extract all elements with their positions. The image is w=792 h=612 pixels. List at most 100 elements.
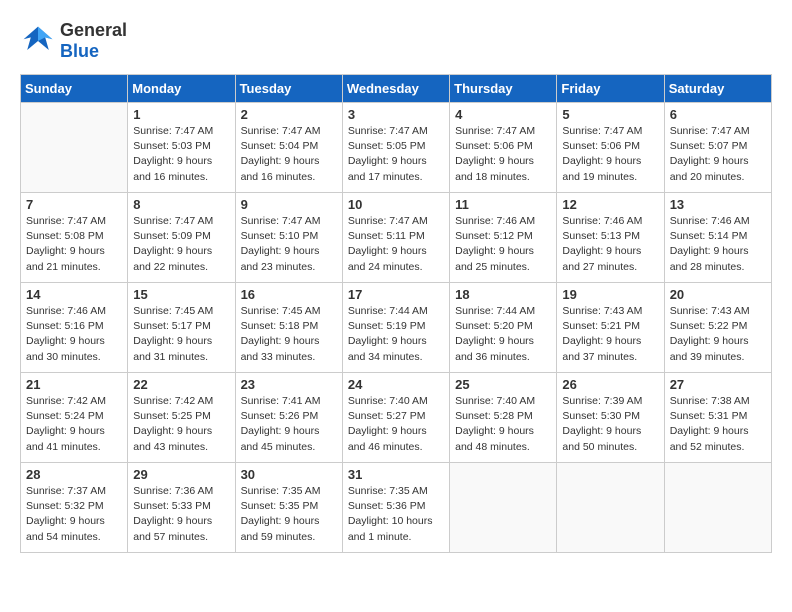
calendar-cell: 27 Sunrise: 7:38 AMSunset: 5:31 PMDayligh… <box>664 373 771 463</box>
calendar-cell: 9 Sunrise: 7:47 AMSunset: 5:10 PMDaylight… <box>235 193 342 283</box>
day-number: 19 <box>562 287 658 302</box>
calendar-cell: 1Sunrise: 7:47 AMSunset: 5:03 PMDaylight… <box>128 103 235 193</box>
day-header-monday: Monday <box>128 75 235 103</box>
logo-text: General Blue <box>60 20 127 62</box>
day-number: 12 <box>562 197 658 212</box>
calendar-cell: 10 Sunrise: 7:47 AMSunset: 5:11 PMDayligh… <box>342 193 449 283</box>
day-number: 7 <box>26 197 122 212</box>
day-info: Sunrise: 7:40 AMSunset: 5:27 PMDaylight:… <box>348 394 444 455</box>
calendar-week-row: 7 Sunrise: 7:47 AMSunset: 5:08 PMDaylight… <box>21 193 772 283</box>
day-info: Sunrise: 7:43 AMSunset: 5:22 PMDaylight:… <box>670 304 766 365</box>
day-info: Sunrise: 7:44 AMSunset: 5:19 PMDaylight:… <box>348 304 444 365</box>
calendar-cell <box>21 103 128 193</box>
day-header-saturday: Saturday <box>664 75 771 103</box>
day-info: Sunrise: 7:35 AMSunset: 5:35 PMDaylight:… <box>241 484 337 545</box>
calendar-header-row: SundayMondayTuesdayWednesdayThursdayFrid… <box>21 75 772 103</box>
calendar-cell: 11 Sunrise: 7:46 AMSunset: 5:12 PMDayligh… <box>450 193 557 283</box>
calendar-cell: 15 Sunrise: 7:45 AMSunset: 5:17 PMDayligh… <box>128 283 235 373</box>
day-number: 4 <box>455 107 551 122</box>
calendar-cell: 20 Sunrise: 7:43 AMSunset: 5:22 PMDayligh… <box>664 283 771 373</box>
day-info: Sunrise: 7:47 AMSunset: 5:11 PMDaylight:… <box>348 214 444 275</box>
day-info: Sunrise: 7:44 AMSunset: 5:20 PMDaylight:… <box>455 304 551 365</box>
day-info: Sunrise: 7:35 AMSunset: 5:36 PMDaylight:… <box>348 484 444 545</box>
day-info: Sunrise: 7:43 AMSunset: 5:21 PMDaylight:… <box>562 304 658 365</box>
day-number: 16 <box>241 287 337 302</box>
day-number: 22 <box>133 377 229 392</box>
day-info: Sunrise: 7:47 AMSunset: 5:09 PMDaylight:… <box>133 214 229 275</box>
calendar-week-row: 28 Sunrise: 7:37 AMSunset: 5:32 PMDayligh… <box>21 463 772 553</box>
calendar-cell: 5 Sunrise: 7:47 AMSunset: 5:06 PMDaylight… <box>557 103 664 193</box>
day-number: 14 <box>26 287 122 302</box>
calendar-week-row: 21Sunrise: 7:42 AMSunset: 5:24 PMDayligh… <box>21 373 772 463</box>
day-info: Sunrise: 7:39 AMSunset: 5:30 PMDaylight:… <box>562 394 658 455</box>
day-info: Sunrise: 7:46 AMSunset: 5:13 PMDaylight:… <box>562 214 658 275</box>
calendar-cell: 26 Sunrise: 7:39 AMSunset: 5:30 PMDayligh… <box>557 373 664 463</box>
day-info: Sunrise: 7:47 AMSunset: 5:04 PMDaylight:… <box>241 124 337 185</box>
day-number: 28 <box>26 467 122 482</box>
day-info: Sunrise: 7:47 AMSunset: 5:06 PMDaylight:… <box>562 124 658 185</box>
day-header-thursday: Thursday <box>450 75 557 103</box>
day-info: Sunrise: 7:42 AMSunset: 5:25 PMDaylight:… <box>133 394 229 455</box>
day-number: 8 <box>133 197 229 212</box>
day-info: Sunrise: 7:37 AMSunset: 5:32 PMDaylight:… <box>26 484 122 545</box>
day-info: Sunrise: 7:47 AMSunset: 5:07 PMDaylight:… <box>670 124 766 185</box>
day-header-tuesday: Tuesday <box>235 75 342 103</box>
calendar-cell: 23Sunrise: 7:41 AMSunset: 5:26 PMDayligh… <box>235 373 342 463</box>
day-info: Sunrise: 7:47 AMSunset: 5:03 PMDaylight:… <box>133 124 229 185</box>
day-number: 10 <box>348 197 444 212</box>
calendar-cell <box>664 463 771 553</box>
calendar-cell: 19 Sunrise: 7:43 AMSunset: 5:21 PMDayligh… <box>557 283 664 373</box>
day-number: 5 <box>562 107 658 122</box>
day-number: 9 <box>241 197 337 212</box>
calendar-cell: 29Sunrise: 7:36 AMSunset: 5:33 PMDayligh… <box>128 463 235 553</box>
calendar-week-row: 14 Sunrise: 7:46 AMSunset: 5:16 PMDayligh… <box>21 283 772 373</box>
calendar-cell: 8 Sunrise: 7:47 AMSunset: 5:09 PMDaylight… <box>128 193 235 283</box>
day-number: 29 <box>133 467 229 482</box>
day-number: 27 <box>670 377 766 392</box>
day-header-wednesday: Wednesday <box>342 75 449 103</box>
calendar-cell: 31 Sunrise: 7:35 AMSunset: 5:36 PMDayligh… <box>342 463 449 553</box>
day-info: Sunrise: 7:46 AMSunset: 5:16 PMDaylight:… <box>26 304 122 365</box>
day-number: 20 <box>670 287 766 302</box>
day-number: 17 <box>348 287 444 302</box>
calendar-cell: 28 Sunrise: 7:37 AMSunset: 5:32 PMDayligh… <box>21 463 128 553</box>
logo: General Blue <box>20 20 127 62</box>
calendar-cell: 25 Sunrise: 7:40 AMSunset: 5:28 PMDayligh… <box>450 373 557 463</box>
calendar-cell: 12 Sunrise: 7:46 AMSunset: 5:13 PMDayligh… <box>557 193 664 283</box>
calendar-cell: 30 Sunrise: 7:35 AMSunset: 5:35 PMDayligh… <box>235 463 342 553</box>
day-number: 3 <box>348 107 444 122</box>
day-info: Sunrise: 7:47 AMSunset: 5:05 PMDaylight:… <box>348 124 444 185</box>
day-number: 15 <box>133 287 229 302</box>
day-number: 25 <box>455 377 551 392</box>
calendar-cell: 14 Sunrise: 7:46 AMSunset: 5:16 PMDayligh… <box>21 283 128 373</box>
day-number: 24 <box>348 377 444 392</box>
day-info: Sunrise: 7:47 AMSunset: 5:06 PMDaylight:… <box>455 124 551 185</box>
calendar-cell <box>450 463 557 553</box>
calendar-table: SundayMondayTuesdayWednesdayThursdayFrid… <box>20 74 772 553</box>
day-info: Sunrise: 7:40 AMSunset: 5:28 PMDaylight:… <box>455 394 551 455</box>
calendar-cell: 4 Sunrise: 7:47 AMSunset: 5:06 PMDaylight… <box>450 103 557 193</box>
calendar-cell: 13Sunrise: 7:46 AMSunset: 5:14 PMDayligh… <box>664 193 771 283</box>
day-info: Sunrise: 7:45 AMSunset: 5:17 PMDaylight:… <box>133 304 229 365</box>
calendar-cell: 18 Sunrise: 7:44 AMSunset: 5:20 PMDayligh… <box>450 283 557 373</box>
day-number: 11 <box>455 197 551 212</box>
logo-bird-icon <box>20 23 56 59</box>
day-info: Sunrise: 7:47 AMSunset: 5:08 PMDaylight:… <box>26 214 122 275</box>
day-number: 31 <box>348 467 444 482</box>
calendar-cell: 6Sunrise: 7:47 AMSunset: 5:07 PMDaylight… <box>664 103 771 193</box>
day-header-sunday: Sunday <box>21 75 128 103</box>
day-info: Sunrise: 7:47 AMSunset: 5:10 PMDaylight:… <box>241 214 337 275</box>
day-info: Sunrise: 7:38 AMSunset: 5:31 PMDaylight:… <box>670 394 766 455</box>
day-info: Sunrise: 7:46 AMSunset: 5:12 PMDaylight:… <box>455 214 551 275</box>
day-info: Sunrise: 7:41 AMSunset: 5:26 PMDaylight:… <box>241 394 337 455</box>
calendar-cell: 24 Sunrise: 7:40 AMSunset: 5:27 PMDayligh… <box>342 373 449 463</box>
calendar-week-row: 1Sunrise: 7:47 AMSunset: 5:03 PMDaylight… <box>21 103 772 193</box>
calendar-cell <box>557 463 664 553</box>
day-number: 18 <box>455 287 551 302</box>
day-info: Sunrise: 7:45 AMSunset: 5:18 PMDaylight:… <box>241 304 337 365</box>
day-number: 26 <box>562 377 658 392</box>
calendar-cell: 2Sunrise: 7:47 AMSunset: 5:04 PMDaylight… <box>235 103 342 193</box>
calendar-cell: 16 Sunrise: 7:45 AMSunset: 5:18 PMDayligh… <box>235 283 342 373</box>
day-number: 30 <box>241 467 337 482</box>
calendar-cell: 21Sunrise: 7:42 AMSunset: 5:24 PMDayligh… <box>21 373 128 463</box>
